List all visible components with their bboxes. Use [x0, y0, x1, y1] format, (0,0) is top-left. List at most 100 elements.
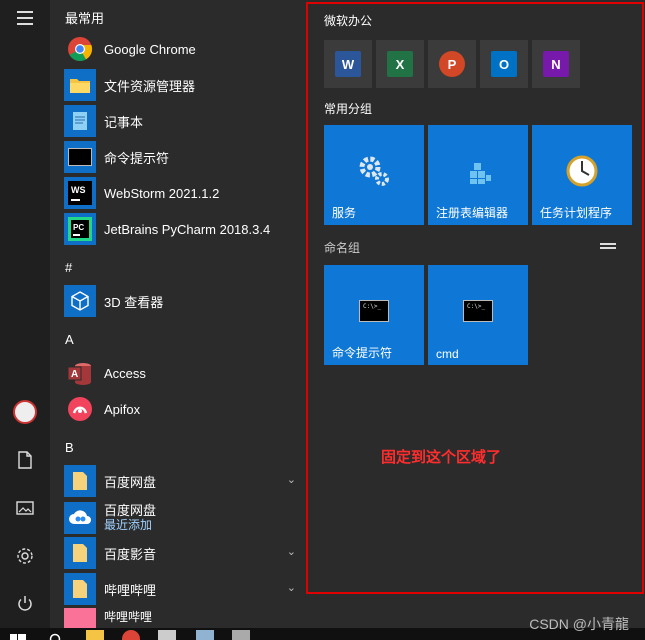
list-item-baidu-netdisk[interactable]: 百度网盘 最近添加	[64, 500, 304, 536]
documents-icon[interactable]	[13, 448, 37, 472]
app-label: Google Chrome	[104, 41, 196, 57]
tile-label: 任务计划程序	[540, 206, 613, 220]
app-label: 哔哩哔哩	[104, 610, 153, 624]
app-label: 记事本	[104, 114, 144, 130]
tile-outlook[interactable]: O	[480, 40, 528, 88]
app-taskbar-icon[interactable]	[232, 630, 250, 640]
svg-text:PC: PC	[73, 223, 84, 232]
cmd-prompt-text: C:\>_	[363, 303, 382, 310]
pinned-tiles-area: 微软办公 W X P O N 常用分组 服务 注册表编辑器 任务计划程序 命名组…	[306, 2, 644, 594]
app-list: 最常用 Google Chrome 文件资源管理器 记事本 命令提示符 WS W…	[50, 0, 305, 628]
apifox-icon	[64, 393, 96, 425]
list-item-file-explorer[interactable]: 文件资源管理器	[64, 68, 304, 102]
list-item-webstorm[interactable]: WS WebStorm 2021.1.2	[64, 176, 304, 210]
list-item-cmd[interactable]: 命令提示符	[64, 140, 304, 174]
tile-word[interactable]: W	[324, 40, 372, 88]
annotation-note: 固定到这个区域了	[381, 449, 502, 466]
windows-start-icon[interactable]	[10, 630, 26, 640]
tile-powerpoint[interactable]: P	[428, 40, 476, 88]
folder-icon	[64, 537, 96, 569]
onenote-icon: N	[543, 51, 569, 77]
app-taskbar-icon[interactable]	[158, 630, 176, 640]
file-explorer-taskbar-icon[interactable]	[86, 630, 104, 640]
chrome-taskbar-icon[interactable]	[122, 630, 140, 640]
app-label: Access	[104, 365, 146, 381]
list-item-3d-viewer[interactable]: 3D 查看器	[64, 284, 304, 318]
settings-gear-icon[interactable]	[13, 544, 37, 568]
list-item-baidu-folder[interactable]: 百度网盘 ⌄	[64, 464, 304, 498]
terminal-icon: C:\>_	[324, 289, 424, 333]
webstorm-icon: WS	[64, 177, 96, 209]
section-header-a[interactable]: A	[65, 332, 74, 347]
app-label: 百度影音	[104, 546, 157, 562]
app-label: 文件资源管理器	[104, 78, 196, 94]
user-avatar[interactable]	[13, 400, 37, 424]
app-label: 命令提示符	[104, 150, 170, 166]
group-title-office[interactable]: 微软办公	[324, 12, 372, 29]
app-label: JetBrains PyCharm 2018.3.4	[104, 221, 271, 237]
pycharm-icon: PC	[64, 213, 96, 245]
tile-label: 注册表编辑器	[436, 206, 509, 220]
list-item-pycharm[interactable]: PC JetBrains PyCharm 2018.3.4	[64, 212, 304, 246]
folder-icon	[64, 573, 96, 605]
excel-icon: X	[387, 51, 413, 77]
section-header-most-used: 最常用	[65, 11, 105, 26]
clock-icon	[532, 149, 632, 193]
tile-label: 命令提示符	[332, 346, 393, 360]
svg-text:WS: WS	[71, 185, 86, 195]
tile-label: 服务	[332, 206, 357, 220]
power-icon[interactable]	[13, 592, 37, 616]
access-icon: A	[64, 357, 96, 389]
pictures-icon[interactable]	[13, 496, 37, 520]
watermark: CSDN @小青龍	[529, 616, 629, 632]
app-label: Apifox	[104, 401, 141, 417]
group-title-common[interactable]: 常用分组	[324, 100, 372, 117]
app-taskbar-icon[interactable]	[196, 630, 214, 640]
cmd-prompt-text: C:\>_	[467, 303, 486, 310]
list-item-bilibili-folder[interactable]: 哔哩哔哩 ⌄	[64, 572, 304, 606]
folder-icon	[64, 465, 96, 497]
tile-cmd-1[interactable]: C:\>_ 命令提示符	[324, 265, 424, 365]
tile-regedit[interactable]: 注册表编辑器	[428, 125, 528, 225]
list-item-apifox[interactable]: Apifox	[64, 392, 304, 426]
section-header-b[interactable]: B	[65, 440, 74, 455]
gears-icon	[324, 149, 424, 193]
tile-task-scheduler[interactable]: 任务计划程序	[532, 125, 632, 225]
svg-text:A: A	[71, 369, 78, 380]
section-header-hash[interactable]: #	[65, 260, 72, 275]
tile-onenote[interactable]: N	[532, 40, 580, 88]
app-label: 哔哩哔哩	[104, 582, 157, 598]
chrome-icon	[64, 33, 96, 65]
chevron-down-icon[interactable]: ⌄	[287, 545, 296, 558]
list-item-notepad[interactable]: 记事本	[64, 104, 304, 138]
word-icon: W	[335, 51, 361, 77]
folder-icon	[64, 69, 96, 101]
tile-excel[interactable]: X	[376, 40, 424, 88]
list-item-access[interactable]: A Access	[64, 356, 304, 390]
app-label: 3D 查看器	[104, 294, 164, 310]
notepad-icon	[64, 105, 96, 137]
group-title-named[interactable]: 命名组	[324, 239, 360, 256]
tile-label: cmd	[436, 347, 459, 361]
registry-cubes-icon	[428, 149, 528, 193]
bilibili-icon	[64, 608, 96, 628]
start-left-rail	[0, 0, 50, 628]
tile-services[interactable]: 服务	[324, 125, 424, 225]
baidu-netdisk-icon	[64, 502, 96, 534]
chevron-down-icon[interactable]: ⌄	[287, 581, 296, 594]
hamburger-menu-icon[interactable]	[13, 6, 37, 30]
list-item-chrome[interactable]: Google Chrome	[64, 32, 304, 66]
tile-cmd-2[interactable]: C:\>_ cmd	[428, 265, 528, 365]
recently-added-tag: 最近添加	[104, 518, 153, 532]
powerpoint-icon: P	[439, 51, 465, 77]
app-label: WebStorm 2021.1.2	[104, 185, 220, 201]
search-icon[interactable]	[48, 630, 66, 640]
list-item-baidu-player[interactable]: 百度影音 ⌄	[64, 536, 304, 570]
terminal-icon	[64, 141, 96, 173]
chevron-down-icon[interactable]: ⌄	[287, 473, 296, 486]
app-label: 百度网盘	[104, 474, 157, 490]
terminal-icon: C:\>_	[428, 289, 528, 333]
app-label: 百度网盘	[104, 503, 157, 518]
list-item-bilibili[interactable]: 哔哩哔哩	[64, 608, 304, 628]
group-menu-icon[interactable]	[600, 241, 616, 251]
